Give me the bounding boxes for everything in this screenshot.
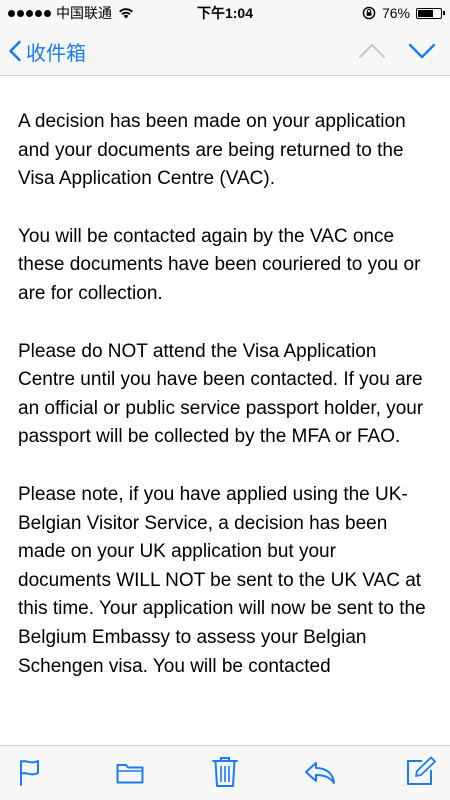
message-body: A decision has been made on your applica… (18, 108, 434, 748)
flag-icon (20, 760, 39, 786)
message-paragraph: A decision has been made on your applica… (18, 111, 406, 190)
message-paragraph: Please note, if you have applied using t… (18, 483, 426, 677)
move-to-folder-button[interactable] (116, 762, 144, 784)
chevron-up-icon[interactable] (358, 42, 386, 60)
reply-icon (305, 762, 335, 784)
delete-button[interactable] (212, 756, 238, 788)
chevron-left-icon (9, 40, 21, 62)
compose-icon (407, 756, 436, 785)
compose-button[interactable] (406, 756, 436, 786)
nav-bar: 收件箱 (0, 26, 450, 76)
trash-icon (212, 757, 238, 787)
back-label: 收件箱 (26, 42, 86, 65)
battery-fill (418, 9, 434, 17)
rotation-lock-icon (362, 6, 376, 20)
message-paragraph: Please do NOT attend the Visa Applicatio… (18, 340, 424, 448)
flag-button[interactable] (18, 758, 42, 786)
message-navigation (358, 26, 436, 76)
battery-icon (416, 7, 445, 19)
folder-icon (116, 764, 144, 784)
battery-percent: 76% (381, 5, 410, 21)
bottom-toolbar (0, 745, 450, 800)
message-paragraph: You will be contacted again by the VAC o… (18, 225, 421, 304)
status-right: 76% (362, 0, 445, 26)
status-bar: 中国联通 下午1:04 76% (0, 0, 450, 26)
reply-button[interactable] (304, 760, 336, 786)
chevron-down-icon[interactable] (408, 42, 436, 60)
back-to-inbox-button[interactable]: 收件箱 (8, 26, 86, 76)
